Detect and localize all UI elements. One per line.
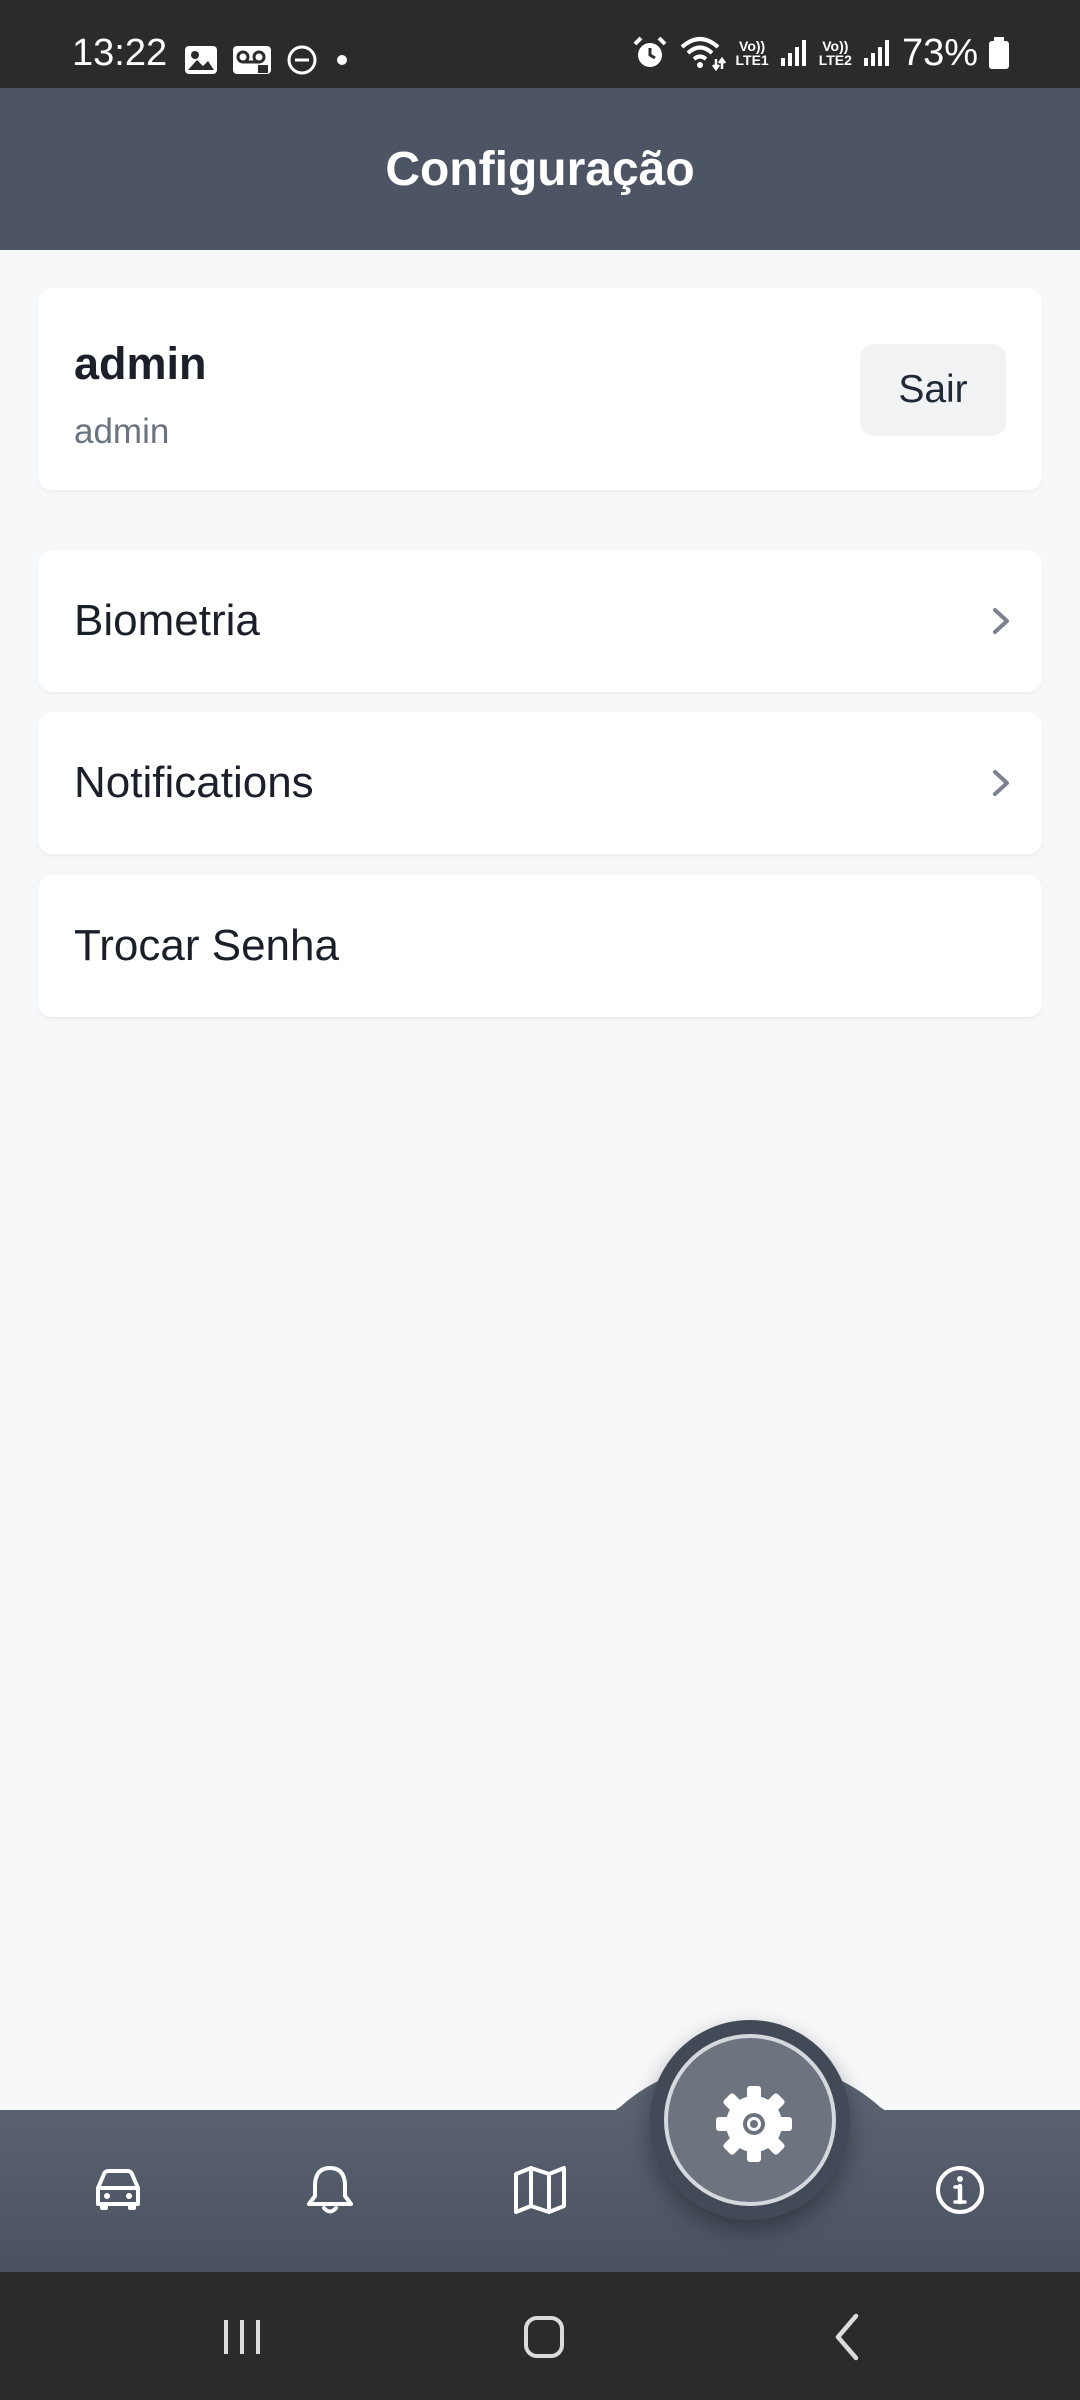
menu-item-trocar-senha[interactable]: Trocar Senha: [38, 875, 1042, 1017]
chevron-right-icon: [993, 770, 1009, 796]
alarm-icon: [633, 36, 666, 67]
sim1-lte: LTE1: [735, 52, 769, 68]
sim2-indicator: Vo)) LTE2: [819, 39, 852, 67]
app-header: Configuração: [0, 88, 1080, 250]
info-icon[interactable]: [930, 2160, 990, 2220]
menu-item-label: Trocar Senha: [74, 921, 339, 970]
status-bar: 13:22 Vo)) LTE1 Vo)) LTE2 73%: [0, 0, 1080, 88]
sim2-lte: LTE2: [818, 52, 852, 68]
settings-icon: [716, 2086, 792, 2162]
menu-item-notifications[interactable]: Notifications: [38, 712, 1042, 854]
home-icon[interactable]: [514, 2312, 574, 2362]
car-icon[interactable]: [88, 2160, 148, 2220]
map-icon[interactable]: [510, 2160, 570, 2220]
page-title: Configuração: [385, 142, 695, 196]
system-nav-bar: [0, 2272, 1080, 2400]
status-right-icons: Vo)) LTE1 Vo)) LTE2 73%: [632, 34, 1010, 72]
wifi-icon: [680, 37, 726, 71]
sim1-volte: Vo)): [739, 38, 766, 54]
profile-card: admin admin Sair: [38, 288, 1042, 490]
sim1-indicator: Vo)) LTE1: [736, 39, 769, 67]
image-icon: [185, 46, 217, 74]
status-left-icons: [184, 44, 352, 76]
voicemail-icon: [233, 46, 271, 74]
settings-fab[interactable]: [650, 2020, 850, 2220]
dot-icon: [337, 55, 347, 65]
battery-percent: 73%: [901, 32, 978, 74]
profile-name: admin: [74, 338, 207, 389]
do-not-disturb-icon: [287, 45, 317, 75]
menu-item-biometria[interactable]: Biometria: [38, 550, 1042, 692]
recent-apps-icon[interactable]: [212, 2312, 272, 2362]
back-icon[interactable]: [818, 2312, 878, 2362]
settings-fab-ring: [664, 2034, 836, 2206]
signal-icon: [780, 40, 806, 66]
menu-item-label: Notifications: [74, 758, 314, 807]
status-time: 13:22: [72, 32, 168, 74]
logout-button[interactable]: Sair: [860, 344, 1006, 436]
bell-icon[interactable]: [300, 2160, 360, 2220]
chevron-right-icon: [993, 608, 1009, 634]
signal-icon: [863, 40, 889, 66]
menu-item-label: Biometria: [74, 596, 260, 645]
profile-subtitle: admin: [74, 412, 170, 451]
sim2-volte: Vo)): [822, 38, 849, 54]
battery-icon: [989, 37, 1009, 69]
